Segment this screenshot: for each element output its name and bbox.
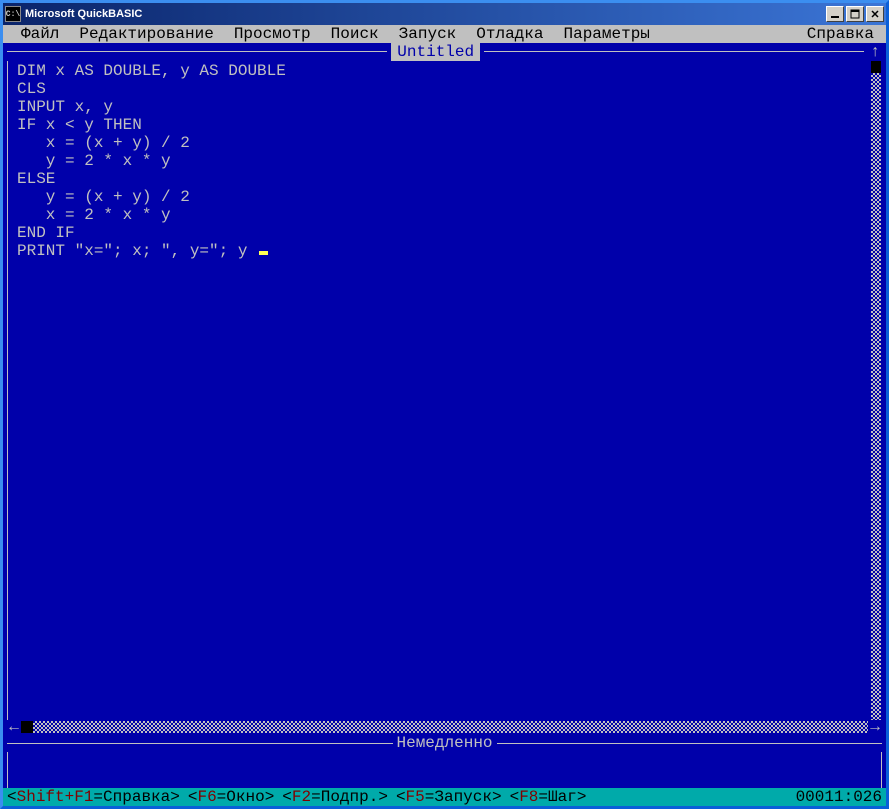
menu-options[interactable]: Параметры bbox=[553, 25, 659, 43]
vscroll-thumb[interactable] bbox=[871, 61, 881, 73]
statusbar: <Shift+F1=Справка> <F6=Окно> <F2=Подпр.>… bbox=[3, 788, 886, 806]
maximize-pane-icon[interactable]: ↑ bbox=[868, 43, 882, 61]
document-title-bar: Untitled ↑ bbox=[3, 43, 886, 61]
immediate-pane[interactable] bbox=[7, 752, 882, 788]
menu-help[interactable]: Справка bbox=[797, 25, 878, 43]
hint-step: <F8=Шаг> bbox=[510, 788, 587, 806]
menu-view[interactable]: Просмотр bbox=[224, 25, 321, 43]
vscroll-track[interactable] bbox=[871, 61, 881, 720]
minimize-button[interactable] bbox=[826, 6, 844, 22]
system-menu-icon[interactable]: C:\ bbox=[5, 6, 21, 22]
menu-run[interactable]: Запуск bbox=[389, 25, 467, 43]
cursor-position: 00011:026 bbox=[796, 788, 882, 806]
editor-pane[interactable]: DIM x AS DOUBLE, y AS DOUBLE CLS INPUT x… bbox=[3, 61, 886, 720]
hscroll-track[interactable] bbox=[21, 721, 868, 733]
horizontal-scrollbar[interactable]: ← → bbox=[3, 720, 886, 734]
close-button[interactable] bbox=[866, 6, 884, 22]
dos-screen: Файл Редактирование Просмотр Поиск Запус… bbox=[3, 25, 886, 806]
hint-run: <F5=Запуск> bbox=[396, 788, 502, 806]
menubar: Файл Редактирование Просмотр Поиск Запус… bbox=[3, 25, 886, 43]
text-cursor bbox=[259, 251, 268, 255]
menu-file[interactable]: Файл bbox=[11, 25, 69, 43]
hint-subs: <F2=Подпр.> bbox=[282, 788, 388, 806]
maximize-button[interactable] bbox=[846, 6, 864, 22]
frame-line bbox=[7, 743, 393, 744]
frame-left bbox=[7, 61, 17, 720]
hscroll-thumb[interactable] bbox=[21, 721, 33, 733]
frame-line bbox=[7, 51, 387, 53]
immediate-title-bar: Немедленно bbox=[3, 734, 886, 752]
window-title: Microsoft QuickBASIC bbox=[25, 8, 824, 20]
code-area[interactable]: DIM x AS DOUBLE, y AS DOUBLE CLS INPUT x… bbox=[17, 61, 870, 720]
hint-help: <Shift+F1=Справка> bbox=[7, 788, 180, 806]
application-window: C:\ Microsoft QuickBASIC Файл Редактиров… bbox=[0, 0, 889, 809]
frame-line bbox=[484, 51, 864, 53]
frame-line bbox=[497, 743, 883, 744]
document-title: Untitled bbox=[391, 43, 480, 61]
menu-edit[interactable]: Редактирование bbox=[69, 25, 223, 43]
menu-search[interactable]: Поиск bbox=[321, 25, 389, 43]
menu-debug[interactable]: Отладка bbox=[466, 25, 553, 43]
vertical-scrollbar[interactable] bbox=[870, 61, 882, 720]
immediate-label: Немедленно bbox=[397, 734, 493, 752]
source-code: DIM x AS DOUBLE, y AS DOUBLE CLS INPUT x… bbox=[17, 62, 286, 260]
hint-window: <F6=Окно> bbox=[188, 788, 274, 806]
titlebar[interactable]: C:\ Microsoft QuickBASIC bbox=[3, 3, 886, 25]
